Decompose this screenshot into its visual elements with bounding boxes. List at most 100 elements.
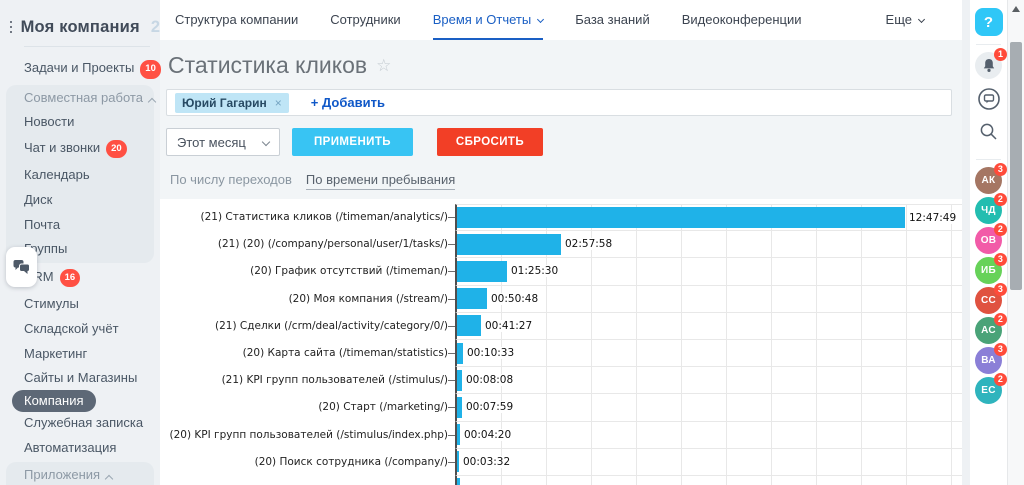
sidebar-item-label: Почта (24, 217, 60, 232)
chart-value-label: 00:03:32 (462, 456, 511, 468)
sidebar-item[interactable]: Диск (6, 188, 154, 213)
sidebar-item-label: Маркетинг (24, 346, 87, 361)
scrollbar-thumb[interactable] (1010, 42, 1022, 290)
avatar-badge: 2 (994, 223, 1007, 236)
avatar-initials: АК (982, 175, 996, 186)
sidebar-item[interactable]: Маркетинг (0, 342, 160, 367)
sidebar-item[interactable]: Сайты и Магазины (0, 366, 160, 391)
notifications-button[interactable]: 1 (975, 52, 1002, 79)
chart-bar[interactable] (457, 315, 481, 336)
help-button[interactable]: ? (975, 8, 1003, 36)
sidebar-item[interactable]: Календарь (6, 163, 154, 188)
filter-box[interactable]: Юрий Гагарин × + Добавить (166, 89, 952, 116)
nav-item-label: Время и Отчеты (433, 12, 532, 27)
user-avatar[interactable]: ЧД2 (975, 197, 1002, 224)
chat-circle-icon (977, 87, 1001, 111)
notification-badge: 16 (60, 269, 81, 288)
brand-title[interactable]: Моя компания (21, 18, 140, 37)
chart-row: (20) Моя компания (/stream/) 00:50:48 (160, 286, 962, 313)
content-area: Статистика кликов ☆ Юрий Гагарин × + Доб… (160, 40, 962, 485)
chart-value-label: 00:41:27 (484, 320, 533, 332)
axis-tick (448, 380, 455, 381)
messenger-fab-button[interactable] (6, 247, 37, 287)
avatar-initials: АС (981, 325, 996, 336)
chart-row-label: (20) Моя компания (/stream/) (160, 286, 448, 313)
chart-row: (21) Статистика кликов (/timeman/analyti… (160, 204, 962, 231)
chart-bar[interactable] (457, 451, 459, 472)
chart-bar[interactable] (457, 478, 460, 485)
sidebar-item[interactable]: Стимулы (0, 292, 160, 317)
sidebar-group-header[interactable]: Совместная работа (6, 86, 154, 111)
user-avatar[interactable]: ВА3 (975, 347, 1002, 374)
chart-bar[interactable] (457, 370, 462, 391)
user-avatar[interactable]: ОВ2 (975, 227, 1002, 254)
period-select[interactable]: Этот месяц (166, 128, 280, 156)
chevron-down-icon (262, 138, 270, 146)
sidebar-item-label: Совместная работа (24, 90, 143, 105)
add-filter-link[interactable]: + Добавить (311, 95, 385, 110)
chart-plot-area: 00:08:08 (455, 367, 962, 394)
main-column: Структура компании Сотрудники Время и Отче… (160, 0, 962, 485)
sidebar-item[interactable]: Почта (6, 213, 154, 238)
nav-item[interactable]: Структура компании (175, 0, 298, 40)
chevron-down-icon (918, 15, 925, 22)
user-avatar[interactable]: ИБ3 (975, 257, 1002, 284)
chart-bar[interactable] (457, 207, 905, 228)
nav-item[interactable]: Видеоконференции (682, 0, 802, 40)
brand-row: Моя компания 2 (0, 0, 160, 42)
hamburger-menu-icon[interactable] (10, 21, 12, 33)
chart-bar[interactable] (457, 288, 487, 309)
chart-row-label (160, 476, 448, 485)
chart-row-label: (20) Карта сайта (/timeman/statistics) (160, 340, 448, 367)
chart-row: (20) Старт (/marketing/)00:07:59 (160, 394, 962, 421)
chart-plot-area: 00:41:27 (455, 313, 962, 340)
sidebar-item[interactable]: Автоматизация (0, 436, 160, 461)
tab-by-time[interactable]: По времени пребывания (306, 172, 455, 190)
chart-value-label: 00:10:33 (466, 347, 515, 359)
nav-more-button[interactable]: Еще (886, 0, 924, 40)
sidebar-item[interactable]: Служебная записка (0, 411, 160, 436)
tab-by-clicks[interactable]: По числу переходов (170, 172, 292, 190)
chart-value-label: 00:50:48 (490, 293, 539, 305)
user-avatar[interactable]: АС2 (975, 317, 1002, 344)
nav-item[interactable]: База знаний (575, 0, 650, 40)
chart-value-label: 00:04:20 (463, 429, 512, 441)
avatar-badge: 3 (994, 343, 1007, 356)
sidebar-item[interactable]: Складской учёт (0, 317, 160, 342)
favorite-star-icon[interactable]: ☆ (376, 56, 391, 76)
chart-bar[interactable] (457, 261, 507, 282)
chart-plot-area: 01:25:30 (455, 258, 962, 285)
page-title: Статистика кликов (168, 52, 367, 79)
sidebar-item[interactable]: Задачи и Проекты10 (0, 55, 160, 84)
tag-close-icon[interactable]: × (275, 96, 282, 110)
filter-user-tag[interactable]: Юрий Гагарин × (175, 93, 289, 113)
chart-bar[interactable] (457, 234, 561, 255)
chart-bar[interactable] (457, 424, 460, 445)
user-avatar[interactable]: АК3 (975, 167, 1002, 194)
sidebar-item[interactable]: Новости (6, 110, 154, 135)
user-avatar[interactable]: ЕС2 (975, 377, 1002, 404)
sidebar-group-header[interactable]: Приложения (6, 463, 154, 485)
chart-bar[interactable] (457, 343, 463, 364)
apply-button[interactable]: ПРИМЕНИТЬ (292, 128, 413, 156)
avatar-initials: ЕС (981, 385, 996, 396)
chart-bar[interactable] (457, 397, 462, 418)
search-button[interactable] (975, 118, 1002, 145)
sidebar-item[interactable]: Компания (0, 391, 160, 412)
chart-row: (20) Поиск сотрудника (/company/)00:03:3… (160, 449, 962, 476)
sidebar-item[interactable]: Чат и звонки20 (6, 135, 154, 164)
avatar-badge: 3 (994, 253, 1007, 266)
reset-button[interactable]: СБРОСИТЬ (437, 128, 543, 156)
chart-value-label: 01:25:30 (510, 265, 559, 277)
right-toolbar: ? 1 АК3ЧД2ОВ2ИБ3СС3АС2ВА3ЕС2 (970, 0, 1007, 485)
brand-suffix: 2 (151, 18, 160, 37)
avatar-badge: 3 (994, 283, 1007, 296)
messenger-button[interactable] (975, 85, 1002, 112)
user-avatar[interactable]: СС3 (975, 287, 1002, 314)
scrollbar-up-arrow-icon[interactable] (1012, 6, 1020, 12)
toolbar-divider (976, 44, 1001, 45)
nav-item[interactable]: Время и Отчеты (433, 0, 544, 40)
vertical-scrollbar[interactable] (1007, 0, 1024, 485)
chart-value-label: 12:47:49 (908, 212, 957, 224)
nav-item[interactable]: Сотрудники (330, 0, 400, 40)
